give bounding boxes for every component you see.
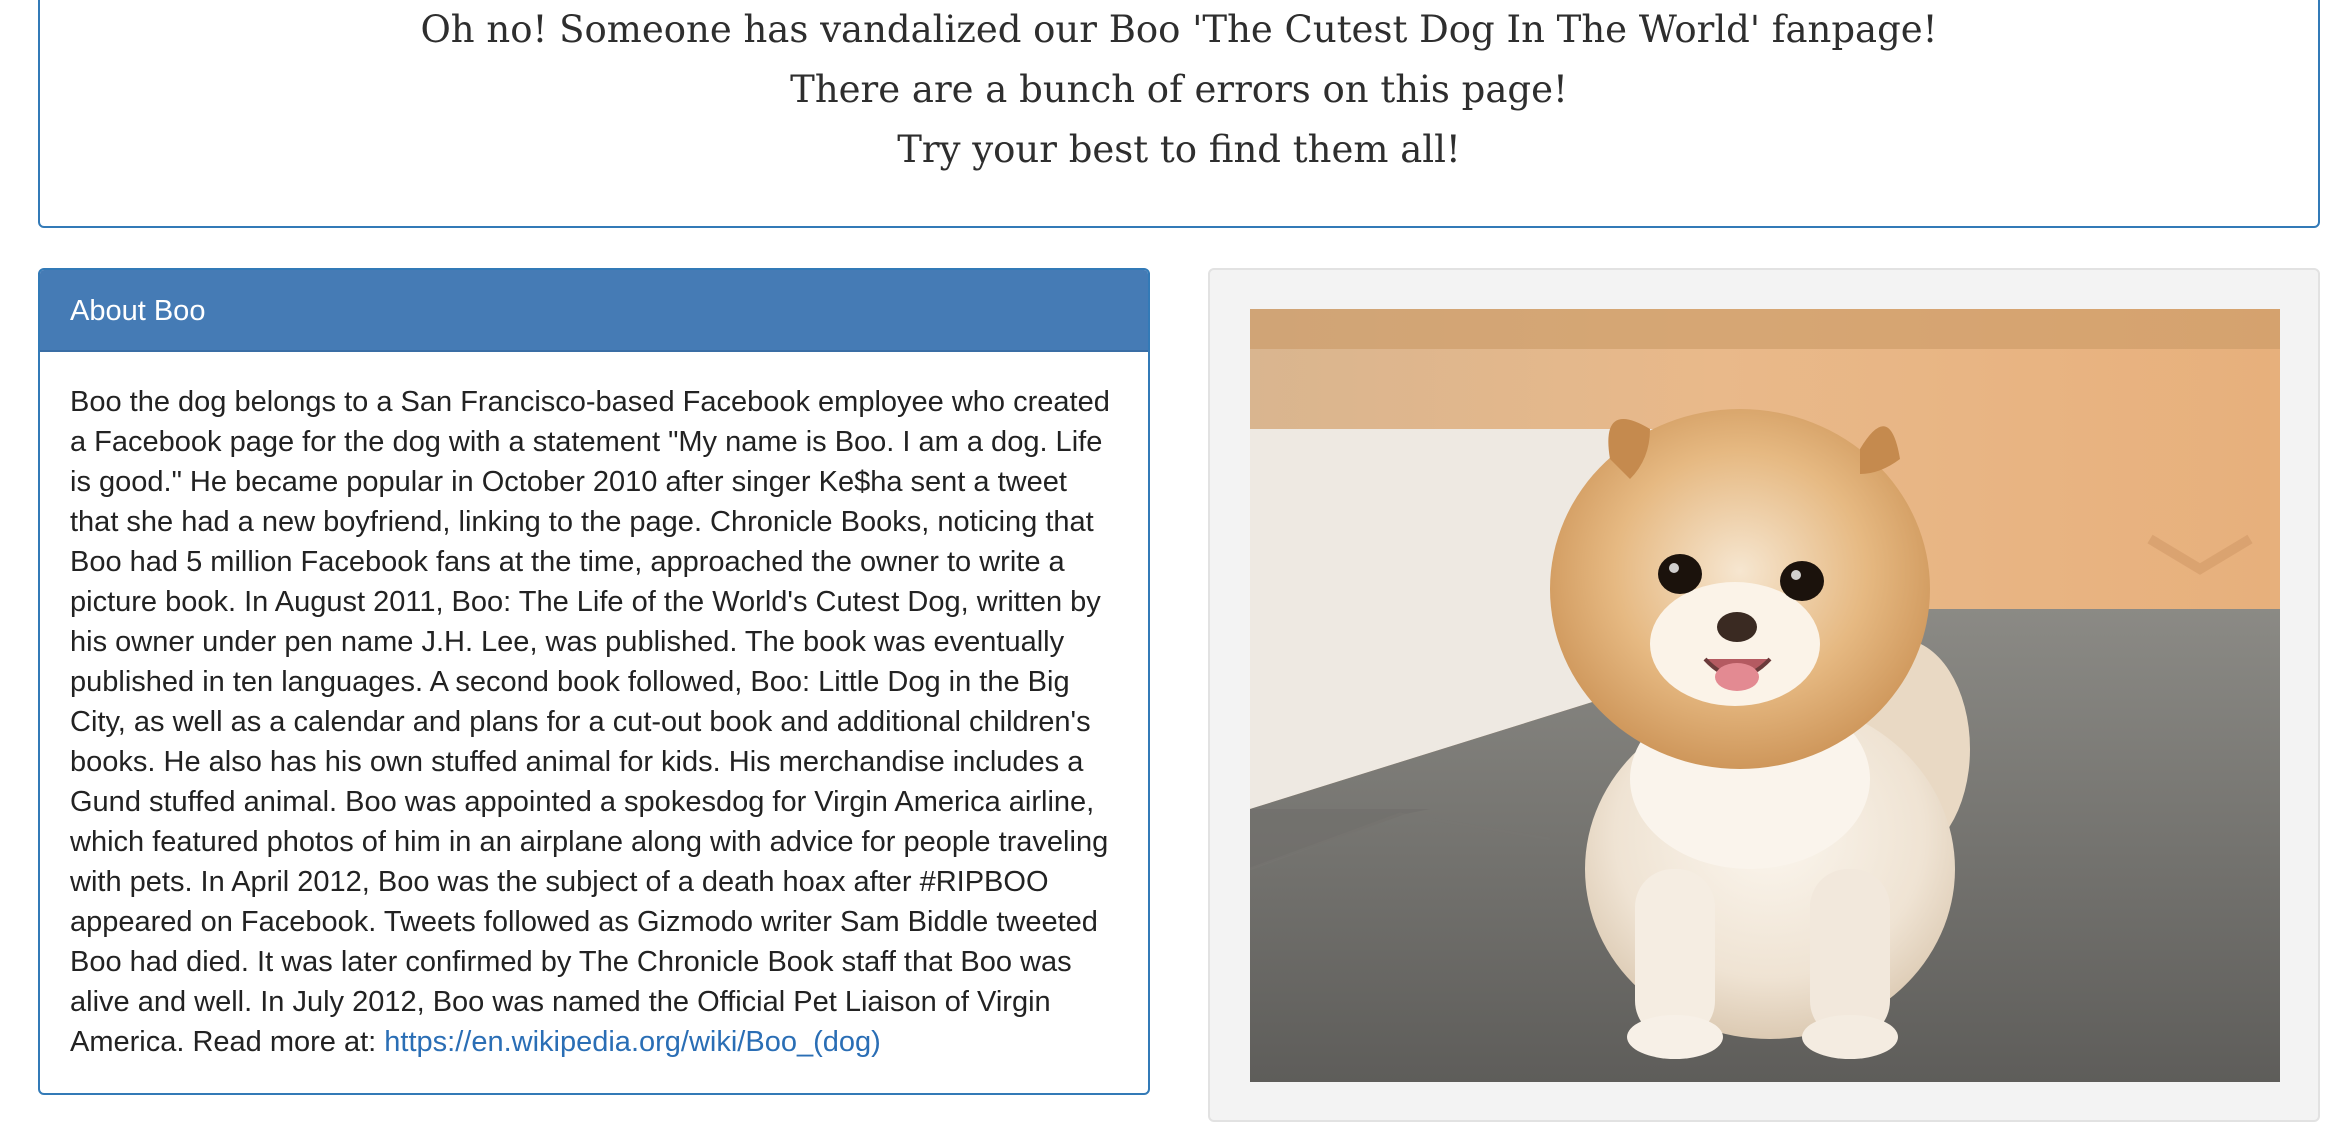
intro-banner: Oh no! Someone has vandalized our Boo 'T… xyxy=(38,0,2320,228)
photo-well xyxy=(1208,268,2320,1122)
boo-photo xyxy=(1250,309,2280,1082)
intro-line-2: There are a bunch of errors on this page… xyxy=(790,68,1568,111)
about-panel-heading: About Boo xyxy=(40,270,1148,352)
about-paragraph: Boo the dog belongs to a San Francisco-b… xyxy=(70,386,1110,1058)
about-panel: About Boo Boo the dog belongs to a San F… xyxy=(38,268,1150,1095)
about-text: Boo the dog belongs to a San Francisco-b… xyxy=(70,382,1118,1062)
intro-line-3: Try your best to find them all! xyxy=(897,128,1461,171)
wikipedia-link[interactable]: https://en.wikipedia.org/wiki/Boo_(dog) xyxy=(384,1026,880,1058)
intro-line-1: Oh no! Someone has vandalized our Boo 'T… xyxy=(420,8,1938,51)
about-panel-body: Boo the dog belongs to a San Francisco-b… xyxy=(40,352,1148,1062)
